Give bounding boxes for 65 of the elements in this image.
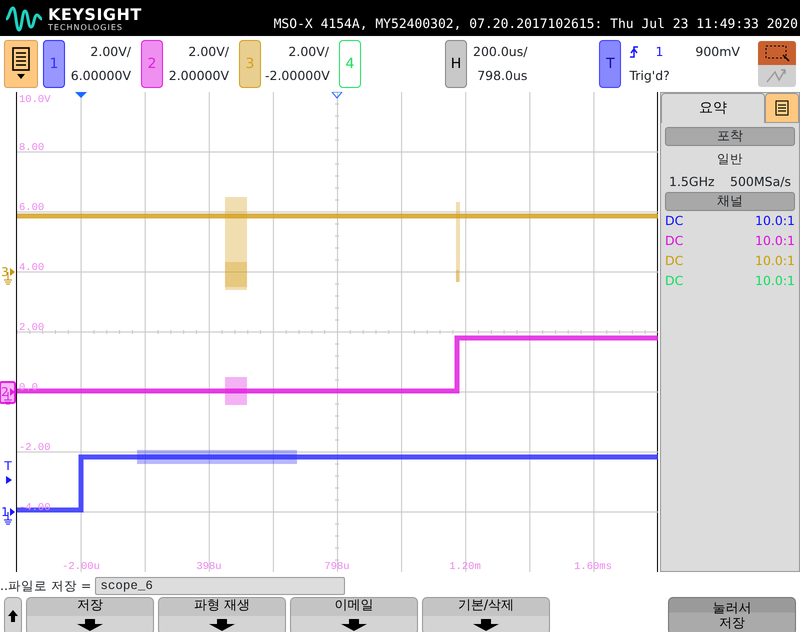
- coupling-text: DC: [665, 212, 684, 230]
- offset-readout: -2.00000V: [265, 67, 329, 85]
- save-button[interactable]: 눌러서 저장: [668, 597, 796, 632]
- sample-rate-text: 500MSa/s: [730, 172, 791, 191]
- list-icon: [774, 100, 790, 116]
- panel-tab[interactable]: 요약: [661, 93, 765, 123]
- axis-label: 8.00: [19, 142, 44, 154]
- section-header: 포착: [665, 127, 795, 146]
- scale-readout: 2.00V/: [89, 43, 131, 61]
- window-title: MSO-X 4154A, MY52400302, 07.20.2017102615: Thu Jul 23 11:49:33 2020: [274, 16, 799, 34]
- softkey-button[interactable]: 기본/삭제: [422, 597, 550, 632]
- axis-label: 4.00: [19, 262, 44, 274]
- timebase-readout: 200.0us/: [473, 43, 528, 61]
- trigger-source: 1: [655, 43, 664, 61]
- up-button[interactable]: [4, 597, 22, 632]
- rising-edge-icon: [629, 45, 640, 59]
- brand-subtitle: TECHNOLOGIES: [48, 22, 124, 32]
- scale-readout: 2.00V/: [287, 43, 329, 61]
- axis-label: 798u: [324, 561, 350, 572]
- trigger-threshold: 900mV: [695, 43, 740, 61]
- axis-label: 1.20m: [449, 561, 481, 572]
- delay-readout: 798.0us: [476, 67, 528, 85]
- zoom-box-icon: [763, 44, 791, 62]
- zoom-box-button[interactable]: [758, 41, 796, 65]
- menu-button[interactable]: [4, 40, 38, 88]
- acquisition-mode: 일반: [716, 150, 744, 168]
- probe-ratio-text: 10.0:1: [755, 252, 795, 270]
- coupling-text: DC: [665, 252, 684, 270]
- softkey-button[interactable]: 저장: [26, 597, 154, 632]
- trigger-status: Trig'd?: [629, 67, 671, 85]
- list-icon: [11, 47, 31, 81]
- down-arrow-icon: [77, 619, 103, 631]
- up-arrow-icon: [8, 610, 18, 622]
- softkey-button[interactable]: 파형 재생: [158, 597, 286, 632]
- axis-label: -2.00: [19, 442, 51, 454]
- axis-label: 398u: [196, 561, 222, 572]
- softkey-button[interactable]: 이메일: [290, 597, 418, 632]
- trigger-button[interactable]: T: [599, 40, 622, 88]
- axis-label: 10.0V: [19, 94, 51, 106]
- probe-ratio-text: 10.0:1: [755, 212, 795, 230]
- axis-label: 1.60ms: [574, 561, 612, 572]
- coupling-text: DC: [665, 232, 684, 250]
- delay-marker: [330, 92, 344, 99]
- probe-ratio-text: 10.0:1: [755, 232, 795, 250]
- coupling-text: DC: [665, 272, 684, 290]
- offset-readout: 6.00000V: [70, 67, 131, 85]
- horizontal-button[interactable]: H: [445, 40, 467, 88]
- down-arrow-icon: [341, 619, 367, 631]
- down-arrow-icon: [473, 619, 499, 631]
- brand-name: KEYSIGHT: [48, 6, 142, 22]
- probe-ratio-text: 10.0:1: [755, 272, 795, 290]
- ground-marker: 2: [0, 381, 16, 404]
- bandwidth-text: 1.5GHz: [669, 172, 715, 191]
- logo-wave-icon: [4, 6, 44, 32]
- filename-field[interactable]: scope_6: [95, 577, 346, 595]
- axis-label: 2.00: [19, 322, 44, 334]
- trigger-position-marker: [75, 92, 87, 98]
- panel-menu-tab[interactable]: [765, 93, 799, 123]
- section-header: 채널: [665, 192, 795, 210]
- axis-label: -2.00u: [62, 561, 100, 572]
- down-arrow-icon: [209, 619, 235, 631]
- scale-readout: 2.00V/: [187, 43, 229, 61]
- axis-label: 6.00: [19, 202, 44, 214]
- offset-readout: 2.00000V: [168, 67, 229, 85]
- file-label: ..파일로 저장 =: [0, 576, 92, 595]
